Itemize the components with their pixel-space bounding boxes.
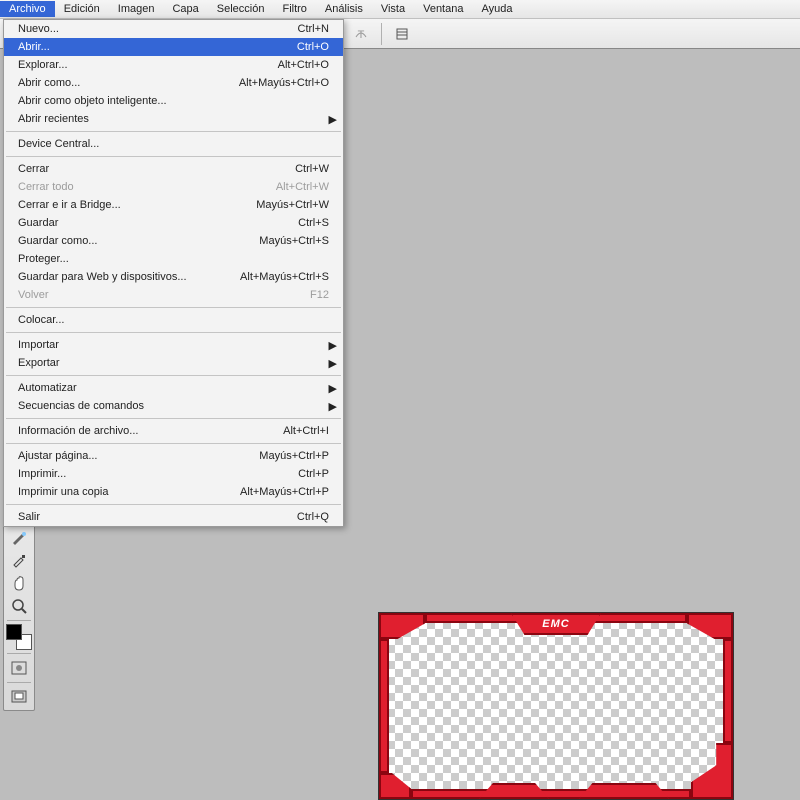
- screenmode-icon[interactable]: [6, 686, 32, 708]
- menuitem-guardar-como[interactable]: Guardar como...Mayús+Ctrl+S: [4, 232, 343, 250]
- separator: [6, 375, 341, 376]
- overlay-frame: EMC: [379, 613, 733, 799]
- separator: [6, 307, 341, 308]
- menuitem-abrir-recientes[interactable]: Abrir recientes▶: [4, 110, 343, 128]
- svg-text:T: T: [358, 29, 365, 41]
- menuitem-imprimir-una-copia[interactable]: Imprimir una copiaAlt+Mayús+Ctrl+P: [4, 483, 343, 501]
- separator: [6, 443, 341, 444]
- menuitem-salir[interactable]: SalirCtrl+Q: [4, 508, 343, 526]
- menu-vista[interactable]: Vista: [372, 1, 414, 17]
- menu-selección[interactable]: Selección: [208, 1, 274, 17]
- menuitem-guardar-para-web-y-dispositivos[interactable]: Guardar para Web y dispositivos...Alt+Ma…: [4, 268, 343, 286]
- menuitem-abrir-como-objeto-inteligente[interactable]: Abrir como objeto inteligente...: [4, 92, 343, 110]
- menuitem-automatizar[interactable]: Automatizar▶: [4, 379, 343, 397]
- menuitem-explorar[interactable]: Explorar...Alt+Ctrl+O: [4, 56, 343, 74]
- submenu-arrow-icon: ▶: [329, 400, 337, 413]
- color-swatches[interactable]: [6, 624, 32, 650]
- menuitem-informaci-n-de-archivo[interactable]: Información de archivo...Alt+Ctrl+I: [4, 422, 343, 440]
- menuitem-abrir[interactable]: Abrir...Ctrl+O: [4, 38, 343, 56]
- eyedropper-tool-icon[interactable]: [6, 549, 32, 571]
- submenu-arrow-icon: ▶: [329, 382, 337, 395]
- menuitem-importar[interactable]: Importar▶: [4, 336, 343, 354]
- menuitem-cerrar-todo: Cerrar todoAlt+Ctrl+W: [4, 178, 343, 196]
- separator: [6, 418, 341, 419]
- menuitem-volver: VolverF12: [4, 286, 343, 304]
- menuitem-imprimir[interactable]: Imprimir...Ctrl+P: [4, 465, 343, 483]
- menu-análisis[interactable]: Análisis: [316, 1, 372, 17]
- brush-tool-icon[interactable]: [6, 526, 32, 548]
- menuitem-colocar[interactable]: Colocar...: [4, 311, 343, 329]
- menuitem-cerrar[interactable]: CerrarCtrl+W: [4, 160, 343, 178]
- separator: [6, 131, 341, 132]
- submenu-arrow-icon: ▶: [329, 339, 337, 352]
- menuitem-exportar[interactable]: Exportar▶: [4, 354, 343, 372]
- separator: [381, 23, 382, 45]
- menu-edición[interactable]: Edición: [55, 1, 109, 17]
- document-canvas[interactable]: EMC: [378, 612, 734, 800]
- quickmask-icon[interactable]: [6, 657, 32, 679]
- menuitem-secuencias-de-comandos[interactable]: Secuencias de comandos▶: [4, 397, 343, 415]
- hand-tool-icon[interactable]: [6, 572, 32, 594]
- palettes-icon[interactable]: [392, 24, 412, 44]
- menu-archivo[interactable]: Archivo: [0, 1, 55, 17]
- menu-ventana[interactable]: Ventana: [414, 1, 472, 17]
- submenu-arrow-icon: ▶: [329, 113, 337, 126]
- menu-ayuda[interactable]: Ayuda: [472, 1, 521, 17]
- warp-text-icon[interactable]: T: [351, 24, 371, 44]
- menuitem-device-central[interactable]: Device Central...: [4, 135, 343, 153]
- separator: [6, 156, 341, 157]
- foreground-color-swatch[interactable]: [6, 624, 22, 640]
- nameplate-text: EMC: [511, 613, 601, 635]
- toolbox-panel: [3, 523, 35, 711]
- separator: [7, 653, 31, 654]
- separator: [7, 682, 31, 683]
- separator: [7, 620, 31, 621]
- menubar: ArchivoEdiciónImagenCapaSelecciónFiltroA…: [0, 0, 800, 19]
- menu-capa[interactable]: Capa: [163, 1, 207, 17]
- separator: [6, 504, 341, 505]
- menu-filtro[interactable]: Filtro: [273, 1, 315, 17]
- menuitem-guardar[interactable]: GuardarCtrl+S: [4, 214, 343, 232]
- archivo-dropdown-menu: Nuevo...Ctrl+NAbrir...Ctrl+OExplorar...A…: [3, 19, 344, 527]
- menuitem-cerrar-e-ir-a-bridge[interactable]: Cerrar e ir a Bridge...Mayús+Ctrl+W: [4, 196, 343, 214]
- menuitem-abrir-como[interactable]: Abrir como...Alt+Mayús+Ctrl+O: [4, 74, 343, 92]
- menuitem-proteger[interactable]: Proteger...: [4, 250, 343, 268]
- menu-imagen[interactable]: Imagen: [109, 1, 164, 17]
- zoom-tool-icon[interactable]: [6, 595, 32, 617]
- separator: [6, 332, 341, 333]
- submenu-arrow-icon: ▶: [329, 357, 337, 370]
- menuitem-nuevo[interactable]: Nuevo...Ctrl+N: [4, 20, 343, 38]
- menuitem-ajustar-p-gina[interactable]: Ajustar página...Mayús+Ctrl+P: [4, 447, 343, 465]
